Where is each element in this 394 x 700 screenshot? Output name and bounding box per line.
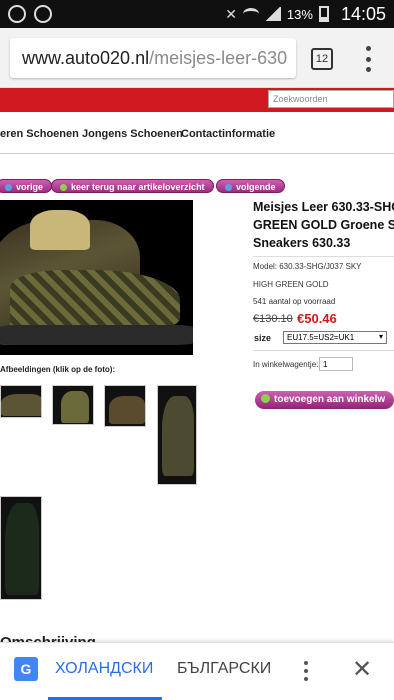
- prev-label: vorige: [16, 182, 44, 192]
- add-to-cart-label: toevoegen aan winkelw: [274, 394, 386, 405]
- back-icon: [60, 184, 67, 191]
- old-price: €130.10: [253, 313, 293, 325]
- signal-icon: [264, 7, 281, 21]
- divider: [253, 350, 394, 351]
- product-model: Model: 630.33-SHG/J037 SKY: [253, 262, 362, 271]
- sale-price: €50.46: [297, 311, 337, 326]
- product-thumbnail[interactable]: [0, 385, 42, 418]
- size-label: size: [254, 333, 272, 343]
- stock-count: 541 aantal op voorraad: [253, 297, 336, 306]
- search-input[interactable]: Zoekwoorden: [268, 90, 394, 108]
- tab-source-language[interactable]: ХОЛАНДСКИ: [55, 660, 153, 678]
- browser-toolbar: www.auto020.nl/meisjes-leer-630 12: [0, 28, 394, 88]
- wifi-icon: [242, 8, 259, 20]
- nav-item-girls[interactable]: eren Schoenen: [0, 128, 79, 140]
- mute-icon: ✕: [225, 5, 237, 22]
- google-translate-icon: G: [14, 657, 38, 681]
- tab-switcher-button[interactable]: 12: [311, 48, 333, 70]
- back-to-overview-button[interactable]: keer terug naar artikeloverzicht: [51, 179, 214, 193]
- thumbnails-header: Afbeeldingen (klik op de foto):: [0, 365, 116, 374]
- divider: [253, 256, 394, 257]
- cart-icon: [261, 394, 270, 403]
- back-label: keer terug naar artikeloverzicht: [71, 182, 205, 192]
- next-label: volgende: [236, 182, 276, 192]
- address-bar[interactable]: www.auto020.nl/meisjes-leer-630: [10, 38, 296, 78]
- battery-icon: [318, 6, 329, 22]
- clock: 14:05: [340, 3, 386, 24]
- translate-bar: G ХОЛАНДСКИ БЪЛГАРСКИ ✕: [0, 642, 394, 700]
- call-icon: [8, 5, 26, 23]
- tab-target-language[interactable]: БЪЛГАРСКИ: [177, 660, 271, 678]
- nav-item-boys[interactable]: Jongens Schoenen: [82, 128, 183, 140]
- product-model-variant: HIGH GREEN GOLD: [253, 280, 329, 289]
- cart-quantity-label: In winkelwagentje:: [253, 360, 319, 369]
- nav-item-contact[interactable]: Contactinformatie: [181, 128, 275, 140]
- quantity-input[interactable]: 1: [319, 357, 353, 371]
- close-icon[interactable]: ✕: [352, 655, 372, 684]
- add-to-cart-button[interactable]: toevoegen aan winkelw: [255, 391, 394, 409]
- product-thumbnail[interactable]: [0, 496, 42, 600]
- status-bar: ✕ 13% 14:05: [0, 0, 394, 28]
- battery-percent: 13%: [286, 6, 313, 22]
- prev-button[interactable]: vorige: [0, 179, 53, 193]
- divider: [0, 153, 394, 154]
- size-select[interactable]: EU17.5=US2=UK1: [283, 331, 387, 344]
- product-thumbnail[interactable]: [104, 385, 146, 427]
- product-thumbnail[interactable]: [157, 385, 197, 485]
- arrow-left-icon: [5, 184, 12, 191]
- next-button[interactable]: volgende: [216, 179, 285, 193]
- site-nav: eren Schoenen Jongens Schoenen Contactin…: [0, 128, 394, 144]
- url-host: www.auto020.nl: [22, 47, 150, 68]
- arrow-right-icon: [225, 184, 232, 191]
- browser-menu-icon[interactable]: [365, 46, 371, 72]
- more-icon[interactable]: [304, 661, 309, 681]
- product-main-image[interactable]: [0, 200, 193, 355]
- url-path: /meisjes-leer-630: [149, 47, 288, 68]
- product-thumbnail[interactable]: [52, 385, 94, 425]
- product-title: Meisjes Leer 630.33-SHG GREEN GOLD Groen…: [253, 200, 394, 250]
- chat-icon: [34, 5, 52, 23]
